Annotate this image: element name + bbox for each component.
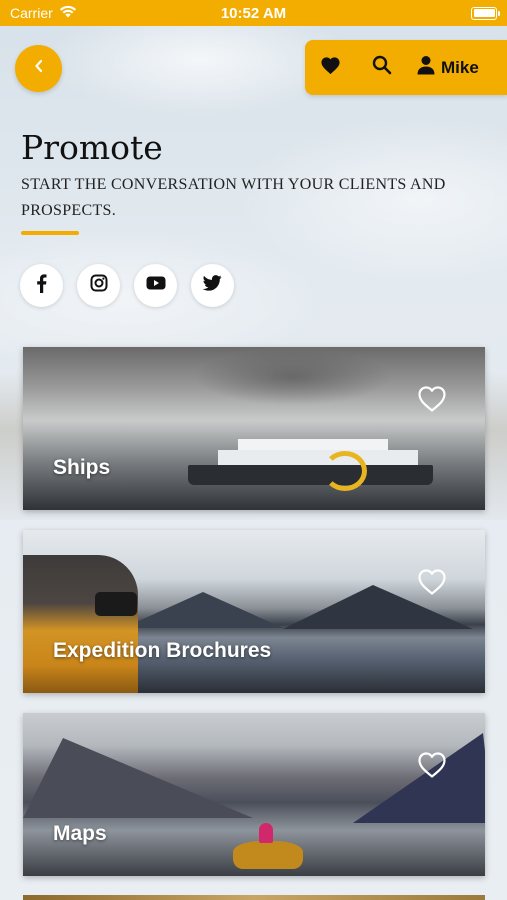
heart-outline-icon — [417, 752, 447, 783]
title-underline — [21, 231, 79, 235]
back-button[interactable] — [15, 45, 62, 92]
user-icon — [417, 55, 435, 80]
instagram-icon — [90, 274, 108, 297]
user-name: Mike — [441, 57, 479, 77]
social-links — [20, 264, 234, 307]
kayaker-image — [259, 823, 273, 843]
twitter-icon — [202, 275, 222, 296]
card-label: Expedition Brochures — [53, 639, 272, 662]
card-label: Maps — [53, 822, 107, 845]
card-label: Ships — [53, 456, 111, 479]
heart-icon — [320, 56, 341, 80]
search-icon — [372, 55, 392, 80]
heart-outline-icon — [417, 569, 447, 600]
carrier-group: Carrier — [10, 5, 77, 21]
twitter-button[interactable] — [191, 264, 234, 307]
status-bar: Carrier 10:52 AM — [0, 0, 507, 26]
chevron-left-icon — [33, 58, 45, 79]
battery-icon — [471, 6, 500, 20]
card-maps[interactable]: Maps — [23, 713, 485, 876]
search-button[interactable] — [371, 55, 393, 80]
card-ships[interactable]: Ships — [23, 347, 485, 510]
photographer-image — [23, 555, 138, 693]
kayak-image — [233, 841, 303, 869]
heart-outline-icon — [417, 386, 447, 417]
mountain-image — [123, 592, 283, 628]
favorite-button[interactable] — [417, 385, 447, 413]
page-title: Promote — [21, 128, 163, 167]
youtube-icon — [146, 276, 166, 295]
wifi-icon — [59, 5, 77, 21]
card-expedition-brochures[interactable]: Expedition Brochures — [23, 530, 485, 693]
user-profile-button[interactable]: Mike — [417, 55, 479, 80]
youtube-button[interactable] — [134, 264, 177, 307]
facebook-button[interactable] — [20, 264, 63, 307]
instagram-button[interactable] — [77, 264, 120, 307]
ship-logo-icon — [323, 451, 367, 491]
facebook-icon — [36, 273, 47, 298]
header-action-bar: Mike — [305, 40, 507, 95]
favorite-button[interactable] — [417, 568, 447, 596]
mountain-image — [23, 738, 253, 818]
camera-image — [95, 592, 137, 616]
favorite-button[interactable] — [417, 751, 447, 779]
ship-image-hull — [188, 465, 433, 485]
page-subtitle: START THE CONVERSATION WITH YOUR CLIENTS… — [21, 176, 446, 219]
card-next-partial[interactable] — [23, 895, 485, 900]
carrier-label: Carrier — [10, 5, 53, 21]
favorites-button[interactable] — [319, 56, 341, 80]
